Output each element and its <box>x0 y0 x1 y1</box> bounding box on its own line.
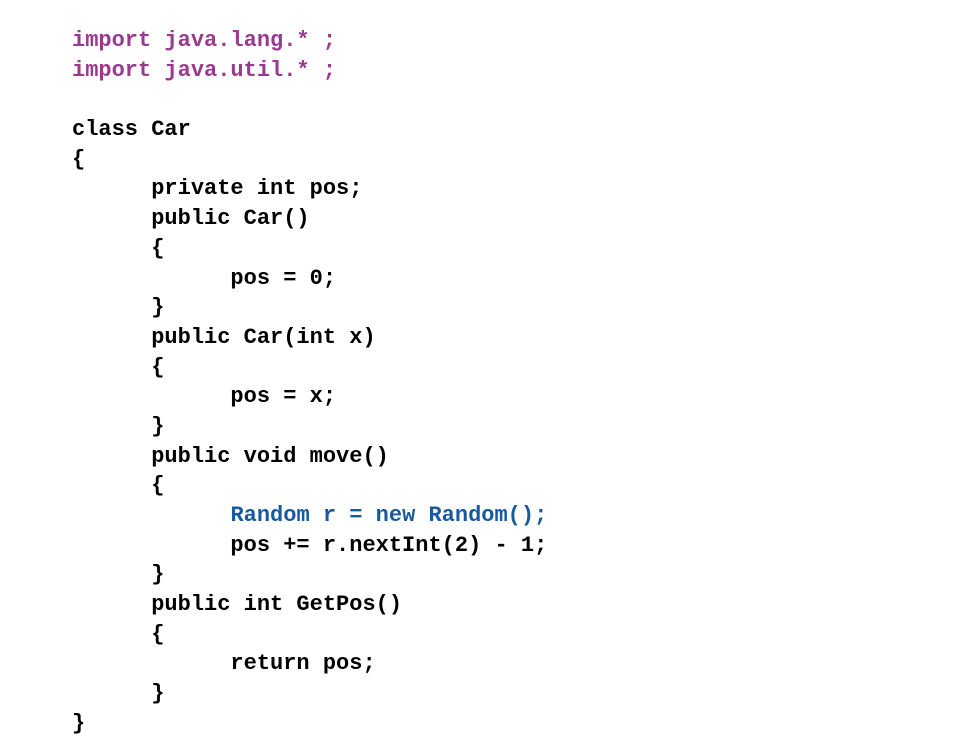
constructor-int-signature: public Car(int x) <box>72 323 960 353</box>
method-move-open-brace: { <box>72 471 960 501</box>
field-declaration: private int pos; <box>72 174 960 204</box>
class-declaration: class Car <box>72 115 960 145</box>
method-move-random-line: Random r = new Random(); <box>72 501 960 531</box>
method-move-close-brace: } <box>72 560 960 590</box>
method-getpos-body: return pos; <box>72 649 960 679</box>
constructor-default-open-brace: { <box>72 234 960 264</box>
method-move-pos-line: pos += r.nextInt(2) - 1; <box>72 531 960 561</box>
constructor-int-body: pos = x; <box>72 382 960 412</box>
constructor-int-open-brace: { <box>72 353 960 383</box>
import-statement-2: import java.util.* ; <box>72 56 960 86</box>
blank-line <box>72 85 960 115</box>
code-block: import java.lang.* ; import java.util.* … <box>0 0 960 739</box>
method-getpos-close-brace: } <box>72 679 960 709</box>
constructor-int-close-brace: } <box>72 412 960 442</box>
constructor-default-body: pos = 0; <box>72 264 960 294</box>
class-close-brace: } <box>72 709 960 739</box>
constructor-default-close-brace: } <box>72 293 960 323</box>
class-open-brace: { <box>72 145 960 175</box>
import-statement-1: import java.lang.* ; <box>72 26 960 56</box>
move-random-call: Random r = new Random(); <box>230 503 547 528</box>
constructor-default-signature: public Car() <box>72 204 960 234</box>
move-random-indent <box>72 503 230 528</box>
method-move-signature: public void move() <box>72 442 960 472</box>
method-getpos-signature: public int GetPos() <box>72 590 960 620</box>
method-getpos-open-brace: { <box>72 620 960 650</box>
